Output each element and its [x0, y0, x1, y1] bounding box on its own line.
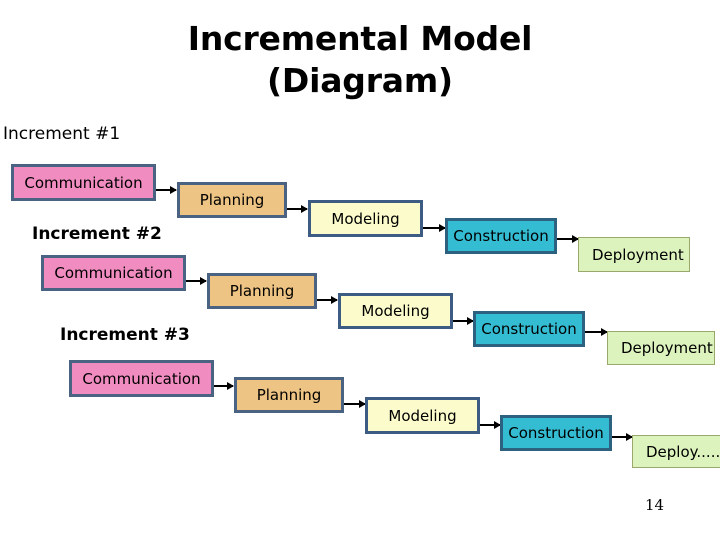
arrow-1-construction-to-deployment: [557, 235, 579, 243]
title-line-2: (Diagram): [267, 61, 453, 101]
box-label: Deployment: [592, 245, 684, 264]
increment-3-phase-modeling[interactable]: Modeling: [365, 397, 480, 434]
increment-label-3: Increment #3: [60, 325, 190, 345]
arrow-2-communication-to-planning: [186, 277, 207, 285]
arrow-2-planning-to-modeling: [317, 296, 338, 304]
box-label: Construction: [508, 424, 604, 442]
increment-label-1: Increment #1: [3, 124, 121, 144]
arrow-1-modeling-to-construction: [423, 224, 446, 232]
arrow-3-planning-to-modeling: [344, 400, 366, 408]
increment-1-phase-modeling[interactable]: Modeling: [308, 200, 423, 237]
box-label: Modeling: [388, 406, 457, 425]
arrow-2-modeling-to-construction: [453, 317, 474, 325]
increment-2-phase-deployment[interactable]: Deployment: [607, 331, 715, 365]
box-label: Modeling: [331, 209, 400, 228]
box-label: Deploy......: [646, 442, 720, 461]
page-title: Incremental Model (Diagram): [0, 18, 720, 102]
slide-canvas: Incremental Model (Diagram) Increment #1…: [0, 0, 720, 540]
increment-2-phase-modeling[interactable]: Modeling: [338, 293, 453, 329]
box-label: Planning: [199, 191, 265, 209]
box-label: Modeling: [361, 302, 430, 320]
increment-3-phase-deployment[interactable]: Deploy......: [632, 435, 720, 468]
arrow-3-communication-to-planning: [214, 382, 234, 390]
increment-2-phase-planning[interactable]: Planning: [207, 273, 317, 309]
increment-1-phase-construction[interactable]: Construction: [445, 218, 557, 254]
increment-3-phase-construction[interactable]: Construction: [500, 415, 612, 451]
increment-3-phase-communication[interactable]: Communication: [69, 360, 214, 397]
increment-2-phase-construction[interactable]: Construction: [473, 311, 585, 347]
arrow-1-communication-to-planning: [156, 186, 177, 194]
page-number: 14: [645, 496, 665, 514]
title-line-1: Incremental Model: [187, 19, 533, 58]
box-label: Communication: [82, 369, 201, 388]
increment-1-phase-communication[interactable]: Communication: [11, 164, 156, 201]
arrow-1-planning-to-modeling: [287, 205, 308, 213]
box-label: Construction: [481, 320, 577, 338]
arrow-2-construction-to-deployment: [585, 328, 608, 336]
increment-2-phase-communication[interactable]: Communication: [41, 255, 186, 291]
increment-1-phase-deployment[interactable]: Deployment: [578, 237, 690, 272]
increment-3-phase-planning[interactable]: Planning: [234, 377, 344, 413]
arrow-3-construction-to-deployment: [612, 433, 633, 441]
increment-label-2: Increment #2: [32, 224, 162, 244]
box-label: Planning: [256, 386, 322, 404]
box-label: Communication: [24, 173, 143, 192]
increment-1-phase-planning[interactable]: Planning: [177, 182, 287, 218]
arrow-3-modeling-to-construction: [480, 421, 501, 429]
box-label: Communication: [54, 264, 173, 282]
box-label: Construction: [453, 227, 549, 245]
box-label: Planning: [229, 282, 295, 300]
box-label: Deployment: [621, 339, 713, 357]
